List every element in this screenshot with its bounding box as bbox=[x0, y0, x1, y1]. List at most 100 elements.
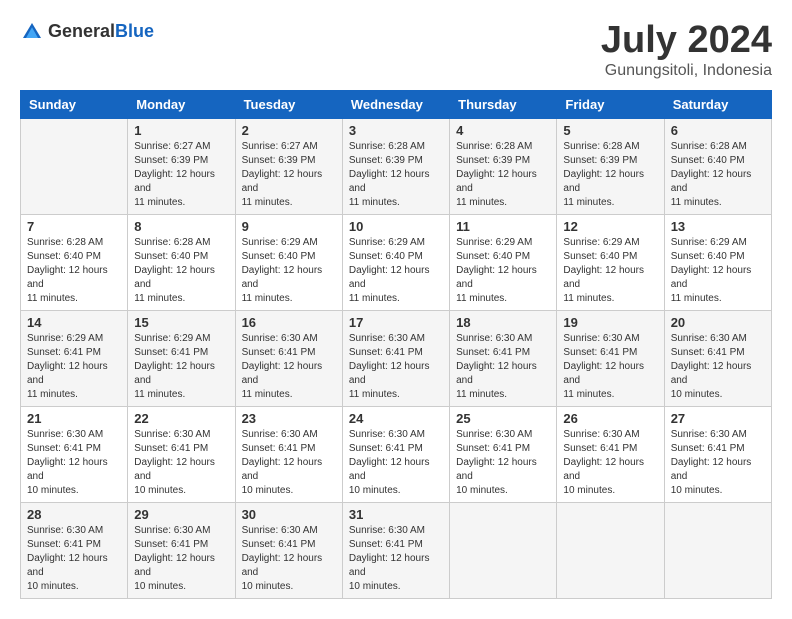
day-number: 9 bbox=[242, 219, 336, 234]
day-number: 5 bbox=[563, 123, 657, 138]
day-info: Sunrise: 6:29 AMSunset: 6:40 PMDaylight:… bbox=[349, 236, 443, 306]
calendar-cell: 26 Sunrise: 6:30 AMSunset: 6:41 PMDayligh… bbox=[557, 406, 664, 502]
day-number: 4 bbox=[456, 123, 550, 138]
calendar-cell: 12Sunrise: 6:29 AMSunset: 6:40 PMDayligh… bbox=[557, 214, 664, 310]
calendar-cell: 14Sunrise: 6:29 AMSunset: 6:41 PMDayligh… bbox=[21, 310, 128, 406]
day-number: 15 bbox=[134, 315, 228, 330]
day-number: 16 bbox=[242, 315, 336, 330]
calendar-cell: 21 Sunrise: 6:30 AMSunset: 6:41 PMDayligh… bbox=[21, 406, 128, 502]
day-number: 22 bbox=[134, 411, 228, 426]
day-number: 29 bbox=[134, 507, 228, 522]
day-info: Sunrise: 6:29 AMSunset: 6:40 PMDaylight:… bbox=[456, 236, 550, 306]
calendar-cell: 22 Sunrise: 6:30 AMSunset: 6:41 PMDayligh… bbox=[128, 406, 235, 502]
day-number: 19 bbox=[563, 315, 657, 330]
day-info: Sunrise: 6:30 AMSunset: 6:41 PMDaylight:… bbox=[349, 428, 443, 498]
calendar-cell: 25 Sunrise: 6:30 AMSunset: 6:41 PMDayligh… bbox=[450, 406, 557, 502]
day-info: Sunrise: 6:30 AMSunset: 6:41 PMDaylight:… bbox=[349, 332, 443, 402]
calendar-cell: 4 Sunrise: 6:28 AMSunset: 6:39 PMDaylight… bbox=[450, 118, 557, 214]
logo-text: GeneralBlue bbox=[48, 22, 154, 42]
day-number: 26 bbox=[563, 411, 657, 426]
day-info: Sunrise: 6:28 AMSunset: 6:39 PMDaylight:… bbox=[349, 140, 443, 210]
calendar-cell: 6 Sunrise: 6:28 AMSunset: 6:40 PMDaylight… bbox=[664, 118, 771, 214]
calendar-cell: 9 Sunrise: 6:29 AMSunset: 6:40 PMDaylight… bbox=[235, 214, 342, 310]
day-number: 3 bbox=[349, 123, 443, 138]
calendar-cell: 1Sunrise: 6:27 AMSunset: 6:39 PMDaylight… bbox=[128, 118, 235, 214]
calendar-cell: 28 Sunrise: 6:30 AMSunset: 6:41 PMDayligh… bbox=[21, 502, 128, 598]
day-info: Sunrise: 6:30 AMSunset: 6:41 PMDaylight:… bbox=[349, 524, 443, 594]
calendar-cell: 20Sunrise: 6:30 AMSunset: 6:41 PMDayligh… bbox=[664, 310, 771, 406]
calendar-cell: 2 Sunrise: 6:27 AMSunset: 6:39 PMDaylight… bbox=[235, 118, 342, 214]
day-number: 28 bbox=[27, 507, 121, 522]
day-number: 2 bbox=[242, 123, 336, 138]
header-saturday: Saturday bbox=[664, 90, 771, 118]
day-info: Sunrise: 6:28 AMSunset: 6:40 PMDaylight:… bbox=[134, 236, 228, 306]
day-number: 20 bbox=[671, 315, 765, 330]
week-row-5: 28 Sunrise: 6:30 AMSunset: 6:41 PMDayligh… bbox=[21, 502, 772, 598]
day-info: Sunrise: 6:28 AMSunset: 6:39 PMDaylight:… bbox=[563, 140, 657, 210]
week-row-1: 1 Sunrise: 6:27 AMSunset: 6:39 PMDaylight… bbox=[21, 118, 772, 214]
logo-icon bbox=[20, 20, 44, 44]
header-monday: Monday bbox=[128, 90, 235, 118]
day-info: Sunrise: 6:30 AMSunset: 6:41 PMDaylight:… bbox=[456, 428, 550, 498]
calendar-cell bbox=[664, 502, 771, 598]
day-number: 21 bbox=[27, 411, 121, 426]
day-info: Sunrise: 6:30 AMSunset: 6:41 PMDaylight:… bbox=[563, 332, 657, 402]
week-row-2: 7 Sunrise: 6:28 AMSunset: 6:40 PMDaylight… bbox=[21, 214, 772, 310]
week-row-4: 21 Sunrise: 6:30 AMSunset: 6:41 PMDayligh… bbox=[21, 406, 772, 502]
day-number: 17 bbox=[349, 315, 443, 330]
day-info: Sunrise: 6:29 AMSunset: 6:40 PMDaylight:… bbox=[671, 236, 765, 306]
day-info: Sunrise: 6:28 AMSunset: 6:40 PMDaylight:… bbox=[27, 236, 121, 306]
day-number: 11 bbox=[456, 219, 550, 234]
calendar-table: SundayMondayTuesdayWednesdayThursdayFrid… bbox=[20, 90, 772, 599]
day-number: 23 bbox=[242, 411, 336, 426]
day-number: 1 bbox=[134, 123, 228, 138]
day-number: 8 bbox=[134, 219, 228, 234]
day-number: 6 bbox=[671, 123, 765, 138]
calendar-cell: 8 Sunrise: 6:28 AMSunset: 6:40 PMDaylight… bbox=[128, 214, 235, 310]
calendar-cell: 29 Sunrise: 6:30 AMSunset: 6:41 PMDayligh… bbox=[128, 502, 235, 598]
day-number: 31 bbox=[349, 507, 443, 522]
week-row-3: 14Sunrise: 6:29 AMSunset: 6:41 PMDayligh… bbox=[21, 310, 772, 406]
calendar-cell: 17 Sunrise: 6:30 AMSunset: 6:41 PMDayligh… bbox=[342, 310, 449, 406]
calendar-cell: 13Sunrise: 6:29 AMSunset: 6:40 PMDayligh… bbox=[664, 214, 771, 310]
calendar-cell: 24 Sunrise: 6:30 AMSunset: 6:41 PMDayligh… bbox=[342, 406, 449, 502]
calendar-cell: 27Sunrise: 6:30 AMSunset: 6:41 PMDayligh… bbox=[664, 406, 771, 502]
calendar-cell bbox=[557, 502, 664, 598]
day-info: Sunrise: 6:29 AMSunset: 6:40 PMDaylight:… bbox=[242, 236, 336, 306]
day-info: Sunrise: 6:30 AMSunset: 6:41 PMDaylight:… bbox=[456, 332, 550, 402]
calendar-cell: 3 Sunrise: 6:28 AMSunset: 6:39 PMDaylight… bbox=[342, 118, 449, 214]
location-title: Gunungsitoli, Indonesia bbox=[601, 62, 772, 80]
header-sunday: Sunday bbox=[21, 90, 128, 118]
logo-general: General bbox=[48, 21, 115, 41]
day-number: 24 bbox=[349, 411, 443, 426]
day-info: Sunrise: 6:30 AMSunset: 6:41 PMDaylight:… bbox=[27, 524, 121, 594]
day-info: Sunrise: 6:30 AMSunset: 6:41 PMDaylight:… bbox=[563, 428, 657, 498]
calendar-header-row: SundayMondayTuesdayWednesdayThursdayFrid… bbox=[21, 90, 772, 118]
day-info: Sunrise: 6:28 AMSunset: 6:39 PMDaylight:… bbox=[456, 140, 550, 210]
calendar-cell: 5 Sunrise: 6:28 AMSunset: 6:39 PMDaylight… bbox=[557, 118, 664, 214]
header-friday: Friday bbox=[557, 90, 664, 118]
calendar-cell: 23Sunrise: 6:30 AMSunset: 6:41 PMDayligh… bbox=[235, 406, 342, 502]
day-info: Sunrise: 6:30 AMSunset: 6:41 PMDaylight:… bbox=[242, 524, 336, 594]
day-number: 25 bbox=[456, 411, 550, 426]
calendar-cell: 16Sunrise: 6:30 AMSunset: 6:41 PMDayligh… bbox=[235, 310, 342, 406]
calendar-cell: 30Sunrise: 6:30 AMSunset: 6:41 PMDayligh… bbox=[235, 502, 342, 598]
day-info: Sunrise: 6:30 AMSunset: 6:41 PMDaylight:… bbox=[27, 428, 121, 498]
calendar-cell bbox=[450, 502, 557, 598]
day-info: Sunrise: 6:27 AMSunset: 6:39 PMDaylight:… bbox=[242, 140, 336, 210]
header-tuesday: Tuesday bbox=[235, 90, 342, 118]
day-info: Sunrise: 6:30 AMSunset: 6:41 PMDaylight:… bbox=[134, 524, 228, 594]
day-info: Sunrise: 6:29 AMSunset: 6:41 PMDaylight:… bbox=[27, 332, 121, 402]
title-section: July 2024 Gunungsitoli, Indonesia bbox=[601, 20, 772, 80]
month-title: July 2024 bbox=[601, 20, 772, 62]
day-number: 12 bbox=[563, 219, 657, 234]
day-info: Sunrise: 6:30 AMSunset: 6:41 PMDaylight:… bbox=[671, 428, 765, 498]
calendar-cell: 11 Sunrise: 6:29 AMSunset: 6:40 PMDayligh… bbox=[450, 214, 557, 310]
calendar-cell: 19 Sunrise: 6:30 AMSunset: 6:41 PMDayligh… bbox=[557, 310, 664, 406]
day-number: 7 bbox=[27, 219, 121, 234]
header-thursday: Thursday bbox=[450, 90, 557, 118]
header-wednesday: Wednesday bbox=[342, 90, 449, 118]
calendar-cell: 31 Sunrise: 6:30 AMSunset: 6:41 PMDayligh… bbox=[342, 502, 449, 598]
day-info: Sunrise: 6:30 AMSunset: 6:41 PMDaylight:… bbox=[134, 428, 228, 498]
day-info: Sunrise: 6:28 AMSunset: 6:40 PMDaylight:… bbox=[671, 140, 765, 210]
